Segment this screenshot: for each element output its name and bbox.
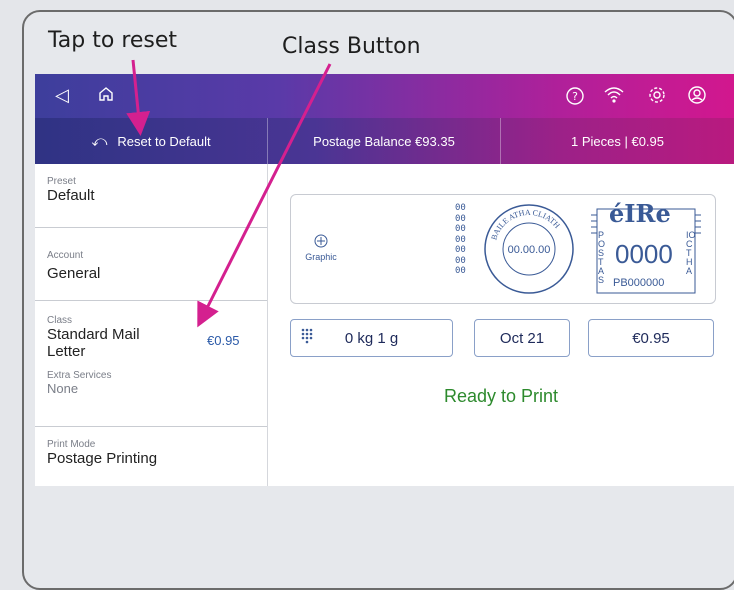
arrow-to-class [197,63,332,328]
arrow-to-reset [126,59,151,136]
callout-arrows [126,59,332,328]
